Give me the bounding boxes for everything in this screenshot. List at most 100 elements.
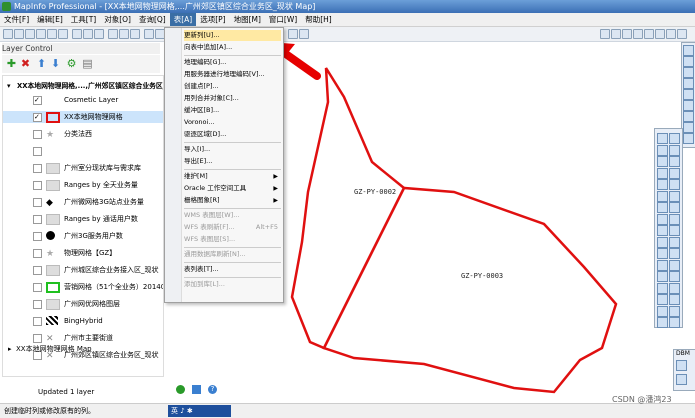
toolbar-button-29[interactable] [633,29,643,39]
layer-row[interactable]: Ranges by 通话用户数 [3,213,163,225]
layer-visibility-checkbox[interactable] [33,232,42,241]
map-tool-button[interactable] [669,259,680,271]
toolbar-button-11[interactable] [130,29,140,39]
toolbar-button-24[interactable] [288,29,298,39]
dbm-button-2[interactable] [676,374,687,385]
map-tool-button[interactable] [657,282,668,294]
map-tool-button[interactable] [657,259,668,271]
layer-style-icon[interactable] [46,231,55,240]
toolbar-button-32[interactable] [666,29,676,39]
layer-visibility-checkbox[interactable]: ✓ [33,96,42,105]
layer-visibility-checkbox[interactable] [33,249,42,258]
layer-visibility-checkbox[interactable] [33,164,42,173]
map-tool-button[interactable] [669,179,680,190]
menu-item[interactable]: 更新列[U]... [184,30,281,41]
toolbar-button-5[interactable] [58,29,68,39]
map-tool-button[interactable] [657,156,668,167]
map-tool-button[interactable] [657,202,668,213]
map-tool-button[interactable] [657,294,668,305]
draw-tool-button[interactable] [683,45,694,56]
map-tool-button[interactable] [657,317,668,328]
layer-group-header[interactable]: ▾ XX本地网物理网格,...,广州郊区镇区综合业务区_现 [3,80,163,92]
map-tool-button[interactable] [669,144,680,156]
layer-style-icon[interactable] [46,214,60,225]
layer-style-icon[interactable] [46,95,58,104]
toolbar-button-12[interactable] [144,29,154,39]
layer-properties-icon[interactable]: ⚙ [66,58,77,69]
menu-item[interactable]: 导出[E]... [184,156,281,167]
toolbar-button-1[interactable] [14,29,24,39]
toolbar-button-9[interactable] [108,29,118,39]
toolbar-button-27[interactable] [611,29,621,39]
map-tool-button[interactable] [669,213,680,225]
draw-tool-button[interactable] [683,111,694,122]
map-window[interactable]: GZ-PY-0002 GZ-PY-0003 [284,42,647,402]
layer-visibility-checkbox[interactable] [33,147,42,156]
map-tool-button[interactable] [669,156,680,167]
layer-style-icon[interactable]: ★ [46,248,58,259]
menu-item[interactable]: Voronoi... [184,117,281,128]
menu-1[interactable]: 编辑[E] [33,13,67,26]
toolbar-button-26[interactable] [600,29,610,39]
menu-item[interactable]: 向表中追加[A]... [184,42,281,53]
layer-style-icon[interactable] [46,146,58,155]
map-tool-button[interactable] [669,271,680,282]
move-up-icon[interactable]: ⬆ [36,58,47,69]
layer-row[interactable] [3,145,163,157]
map-tool-button[interactable] [669,305,680,317]
draw-tool-button[interactable] [683,122,694,133]
menu-item[interactable]: 用服务器进行地理编码[V]... [184,69,281,80]
menu-item[interactable]: 用列合并对象[C]... [184,93,281,104]
map-tool-button[interactable] [657,144,668,156]
menu-7[interactable]: 地图[M] [230,13,265,26]
layer-row[interactable]: 广州室分现状库与需求库 [3,162,163,174]
menu-2[interactable]: 工具[T] [67,13,100,26]
layer-row[interactable]: 广州网优网格图层 [3,298,163,310]
apply-icon[interactable] [176,385,185,394]
menu-item[interactable]: 维护[M] ▶ [184,171,281,182]
draw-tool-button[interactable] [683,78,694,89]
layer-style-icon[interactable]: ✕ [46,333,58,344]
map-tool-button[interactable] [657,179,668,190]
layer-style-icon[interactable] [46,163,60,174]
layer-row[interactable]: ✓ Cosmetic Layer [3,94,163,106]
toolbar-button-2[interactable] [25,29,35,39]
draw-tool-button[interactable] [683,67,694,78]
layer-style-icon[interactable] [46,112,60,123]
collapse-icon[interactable]: ▾ [7,80,11,92]
map-tool-button[interactable] [657,225,668,236]
toolbar-button-33[interactable] [677,29,687,39]
layer-visibility-checkbox[interactable] [33,317,42,326]
map-tool-button[interactable] [657,190,668,202]
layer-row[interactable]: 广州3G服务用户数 [3,230,163,242]
layer-visibility-checkbox[interactable] [33,266,42,275]
layer-row[interactable]: Ranges by 全天业务量 [3,179,163,191]
toolbar-button-8[interactable] [94,29,104,39]
toolbar-button-10[interactable] [119,29,129,39]
toolbar-button-6[interactable] [72,29,82,39]
menu-6[interactable]: 选项[P] [196,13,229,26]
draw-tool-button[interactable] [683,56,694,67]
layer-options-icon[interactable]: ▤ [82,58,93,69]
layer-visibility-checkbox[interactable] [33,215,42,224]
dbm-button-1[interactable] [676,360,687,371]
layer-row[interactable]: BingHybrid [3,315,163,327]
toolbar-button-4[interactable] [47,29,57,39]
toolbar-button-3[interactable] [36,29,46,39]
ime-bar[interactable]: 英 ♪ ✱ [168,405,231,417]
menu-item[interactable]: 驱逐区域[D]... [184,129,281,140]
layer-style-icon[interactable] [46,316,58,325]
map-tool-button[interactable] [669,317,680,328]
remove-layer-icon[interactable]: ✖ [20,58,31,69]
move-down-icon[interactable]: ⬇ [50,58,61,69]
menu-item[interactable]: 地理编码[G]... [184,57,281,68]
layer-visibility-checkbox[interactable] [33,198,42,207]
layer-style-icon[interactable]: ★ [46,129,58,140]
menu-8[interactable]: 窗口[W] [265,13,301,26]
draw-tool-button[interactable] [683,89,694,100]
toolbar-button-31[interactable] [655,29,665,39]
map-tool-button[interactable] [657,236,668,248]
menu-9[interactable]: 帮助[H] [301,13,336,26]
map-tool-button[interactable] [657,271,668,282]
layer-visibility-checkbox[interactable] [33,283,42,292]
